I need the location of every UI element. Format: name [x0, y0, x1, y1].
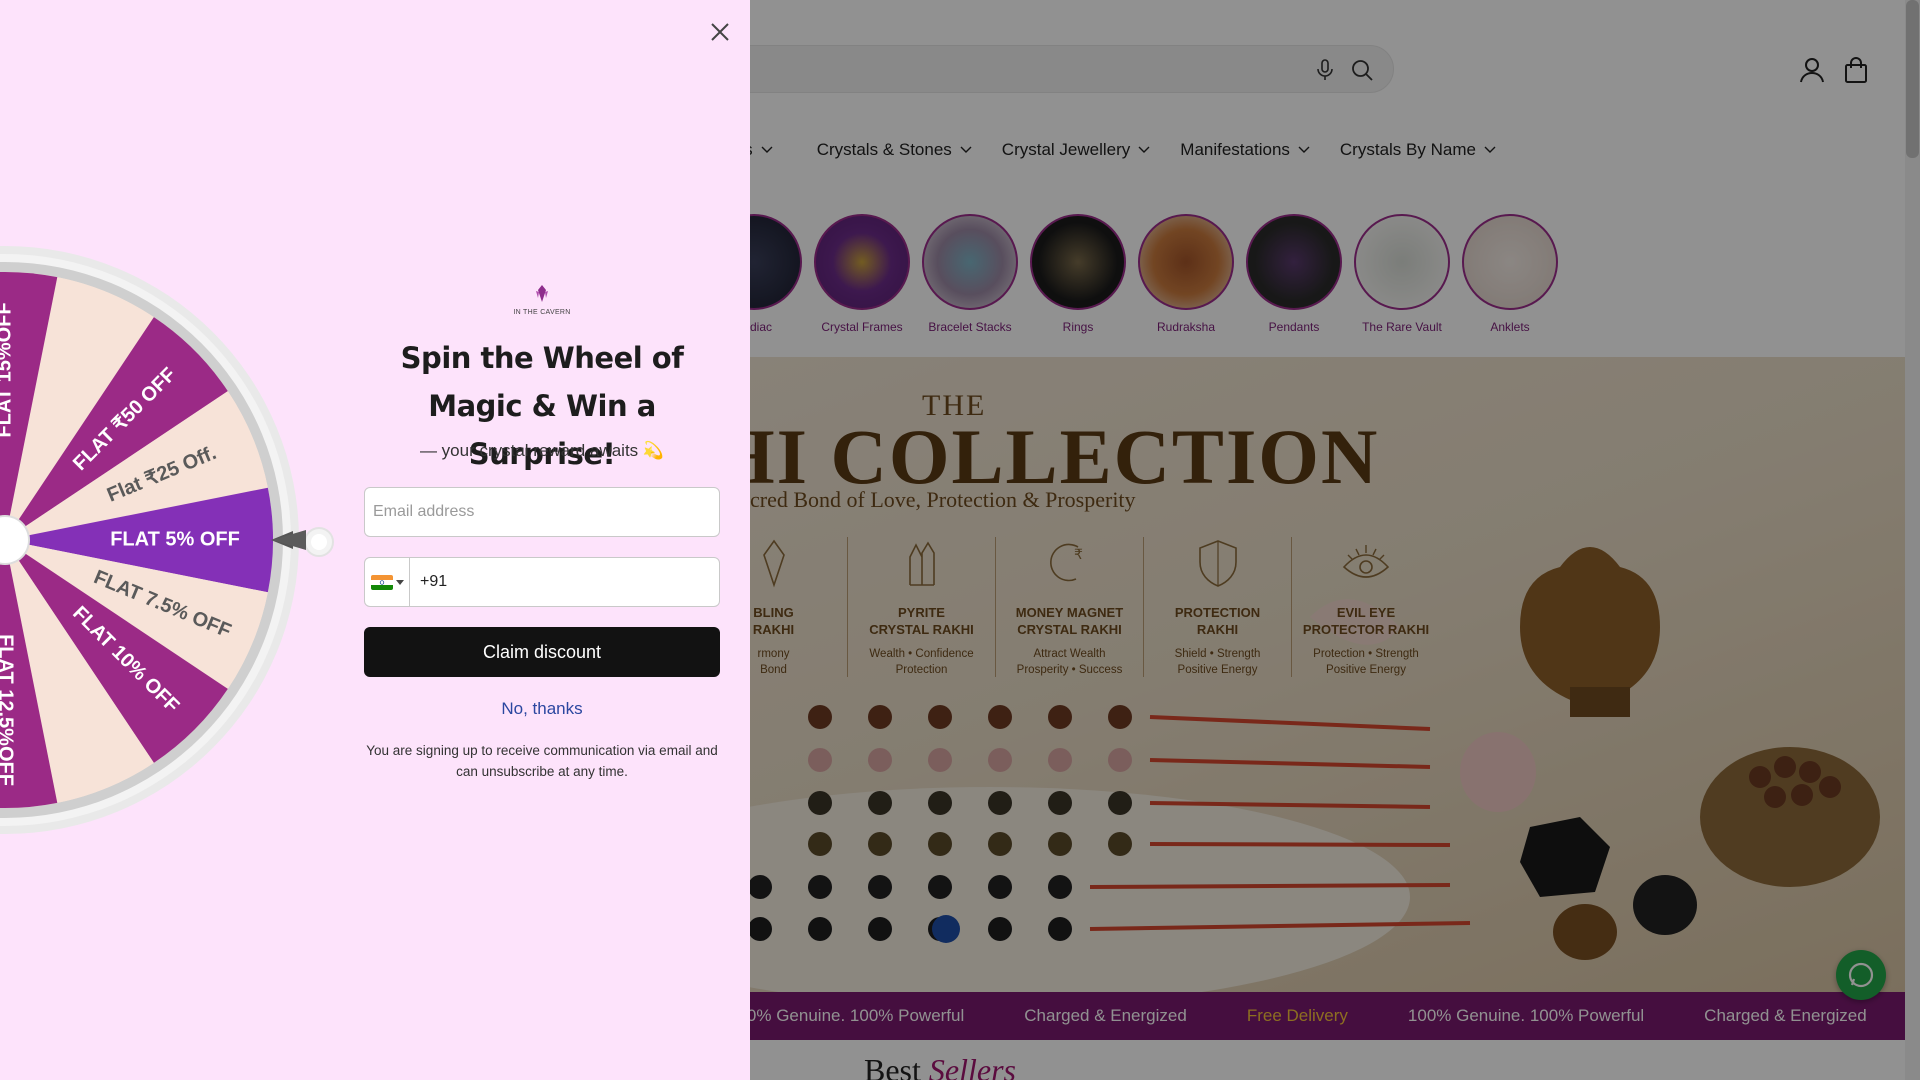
wheel-segment-label: FLAT 5% OFF — [110, 528, 240, 550]
logo-crystal-icon — [536, 285, 548, 302]
wheel-segment-label: FLAT 12.5%OFF — [0, 634, 17, 786]
india-flag-icon — [370, 574, 393, 590]
phone-field[interactable] — [410, 558, 719, 606]
wheel-pointer-arrow — [272, 530, 306, 550]
dropdown-caret-icon — [395, 579, 404, 585]
claim-discount-button[interactable]: Claim discount — [364, 627, 720, 677]
close-icon[interactable] — [706, 18, 734, 46]
wheel-segment-label: FLAT 15%OFF — [0, 302, 15, 437]
popup-tagline: — your crystal reward awaits 💫 — [419, 441, 665, 460]
spin-wheel-popup: FLAT ₹50 OFF Flat ₹25 Off. FLAT 5% OFF FLAT… — [0, 0, 750, 1080]
wheel-pointer-knob — [304, 527, 334, 557]
legal-disclaimer: You are signing up to receive communicat… — [366, 743, 718, 779]
phone-field-group — [364, 557, 720, 607]
email-field[interactable] — [364, 487, 720, 537]
country-code-select[interactable] — [365, 558, 410, 606]
brand-logo: IN THE CAVERN — [508, 284, 576, 316]
no-thanks-link[interactable]: No, thanks — [364, 699, 720, 719]
prize-wheel[interactable]: FLAT ₹50 OFFFlat ₹25 Off.FLAT 5% OFFFLAT… — [0, 245, 300, 835]
